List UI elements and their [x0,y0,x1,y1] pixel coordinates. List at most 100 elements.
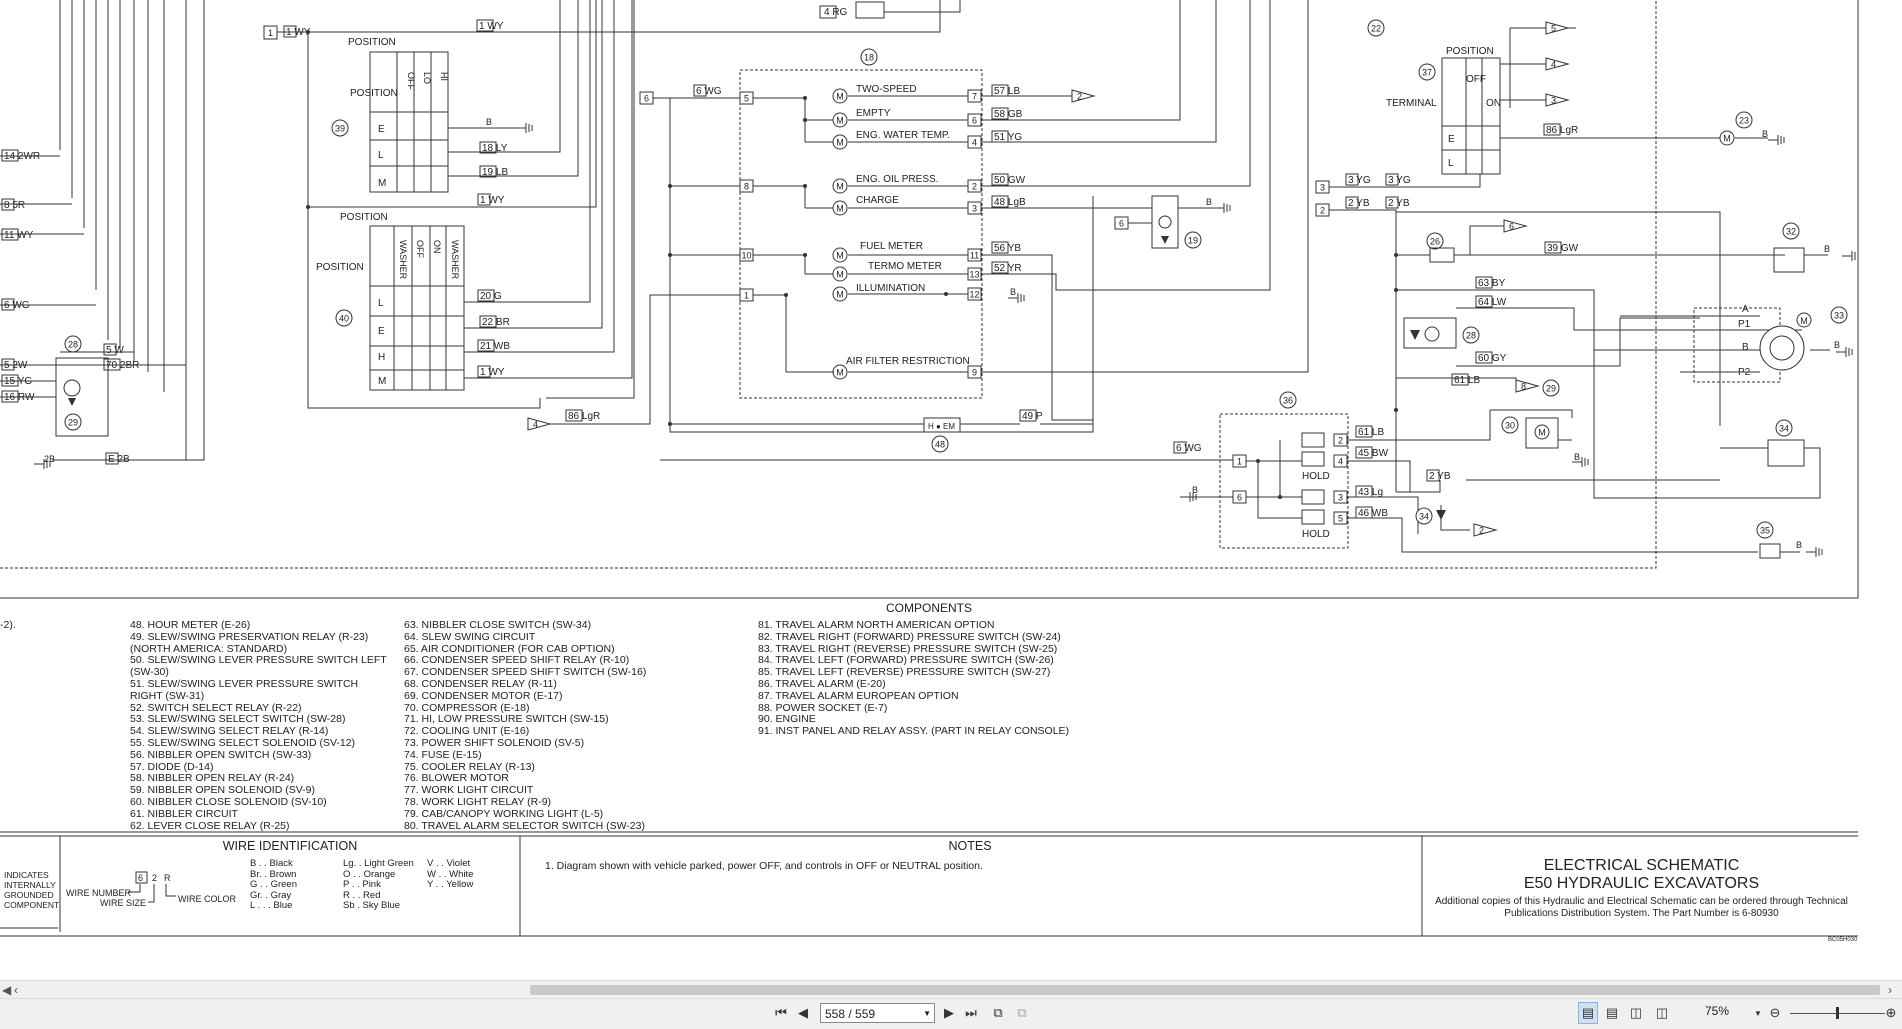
connector-number: 4 [1551,60,1556,70]
component-id: 35 [1760,526,1770,536]
gauge-glyph: M [1538,428,1546,438]
wire [165,884,176,897]
wire-label: 52 YR [994,263,1022,274]
hour-meter-label: H ● EM [928,422,955,431]
last-page-button[interactable]: ⏭ [962,1002,980,1024]
wire-label: 1 WY [479,21,504,32]
wire-label: 11 WY [4,230,34,241]
copy-page-button[interactable]: ⧉ [988,1002,1008,1024]
switch-row-label: L [1448,158,1454,169]
list-line: 82. TRAVEL RIGHT (FORWARD) PRESSURE SWIT… [758,630,1061,643]
wire-label: 60 GY [1478,353,1507,364]
switch-position-label: POSITION [348,37,396,48]
zoom-level[interactable]: 75% [1705,1004,1729,1018]
connector-triangle [1545,21,1570,35]
zoom-dropdown[interactable]: ▼ [1752,1002,1764,1024]
gauge-label: CHARGE [856,195,899,206]
list-line: 69. CONDENSER MOTOR (E-17) [404,689,563,702]
zoom-slider-handle[interactable] [1836,1007,1839,1019]
diode-symbol [1161,236,1169,244]
switch-row-label: M [378,376,386,387]
wire-label: 3 YG [1388,175,1411,186]
terminal-number: 2 [1338,436,1343,446]
ground-b: B [1574,452,1580,462]
terminal-number: 10 [741,251,751,261]
list-line: 55. SLEW/SWING SELECT SOLENOID (SV-12) [130,736,356,749]
junction-dot [803,118,807,122]
connector-triangle [1473,523,1498,537]
gauge-glyph: M [836,270,844,280]
relay-coil [63,379,81,397]
scroll-right-icon[interactable]: › [1888,981,1892,999]
wire [1469,225,1504,255]
wire [981,0,1251,187]
component-id: 18 [864,53,874,63]
wire-label: 46 WB [1358,508,1388,519]
junction-dot [944,292,948,296]
component-id: 36 [1283,396,1293,406]
switch-col-label: OFF [1466,74,1486,85]
terminal-number: 3 [1320,183,1325,193]
wire-label: 58 GB [994,109,1023,120]
paste-page-button[interactable]: ⧉ [1012,1002,1032,1024]
terminal-number: 9 [972,368,977,378]
wire-label: 63 BY [1478,278,1506,289]
first-page-icon: ⏮ [775,1005,787,1020]
connector-number: 8 [1521,382,1526,392]
switch-position-label: POSITION [340,212,388,223]
scroll-left-icon[interactable]: ◀ [2,981,11,999]
list-line: L . . . Blue [250,900,293,911]
next-page-button[interactable]: ▶ [940,1002,958,1024]
continuous-view-button[interactable]: ▤ [1602,1002,1622,1024]
connector-triangle [1515,379,1540,393]
wire [753,185,806,208]
terminal-number: 6 [1119,219,1124,229]
wire-size-label: WIRE SIZE [100,898,147,908]
connector-triangle [1503,219,1528,233]
connector-number: 6 [1509,222,1514,232]
wire-label: 21 WB [480,341,510,352]
zoom-in-button[interactable]: ⊕ [1882,1002,1900,1024]
horizontal-scrollbar[interactable]: ◀ ‹ › [0,980,1902,999]
first-page-button[interactable]: ⏮ [772,1002,790,1024]
continuous-icon: ▤ [1605,1005,1619,1020]
paste-icon: ⧉ [1017,1005,1027,1020]
component-id: 33 [1834,311,1844,321]
wire-colors-col-2: Lg. . Light Green O . . Orange P . . Pink R… [343,858,414,912]
document-viewport[interactable]: 14 2WR 8 5R 11 WY 6 WG 5 2W 15 YG 16 RW 5 W 70 2… [0,0,1902,978]
continuous-facing-view-button[interactable]: ◫ [1652,1002,1672,1024]
terminal-number: 1 [268,28,273,38]
junction-dot [803,253,807,257]
wire-label: 43 Lg [1358,487,1383,498]
chevron-down-icon[interactable]: ▼ [923,1004,931,1024]
diode-symbol [68,398,76,406]
page-number-input[interactable]: 558 / 559 ▼ [820,1003,935,1023]
terminal-number: 3 [1338,493,1343,503]
terminal-number: 1 [1237,457,1242,467]
single-page-view-button[interactable]: ▤ [1578,1002,1598,1024]
scroll-left-chevron-icon[interactable]: ‹ [14,981,18,999]
component-id: 28 [1466,331,1476,341]
title-block-line1: ELECTRICAL SCHEMATIC [1543,857,1740,874]
component-id: 37 [1422,68,1432,78]
switch-35 [1759,543,1781,559]
switch-row-label: L [378,298,384,309]
relay-switch [1301,489,1325,505]
list-line: 87. TRAVEL ALARM EUROPEAN OPTION [758,689,959,702]
connector-triangle [1071,89,1096,103]
switch-col-label: ON [1486,98,1501,109]
relay-coil [1424,326,1440,342]
terminal-number: 5 [1338,514,1343,524]
sheet-border [0,0,1859,599]
single-page-icon: ▤ [1581,1005,1595,1020]
gauge-label: ENG. WATER TEMP. [856,130,950,141]
scrollbar-thumb[interactable] [530,985,1880,995]
wire-label: 50 GW [994,175,1026,186]
terminal-number: 6 [1237,493,1242,503]
title-block-line3: Additional copies of this Hydraulic and … [1435,896,1848,907]
previous-page-button[interactable]: ◀ [794,1002,812,1024]
facing-view-button[interactable]: ◫ [1626,1002,1646,1024]
wire-label: 2 YB [1429,471,1451,482]
zoom-out-button[interactable]: ⊖ [1766,1002,1784,1024]
fuse-26 [1429,247,1455,263]
